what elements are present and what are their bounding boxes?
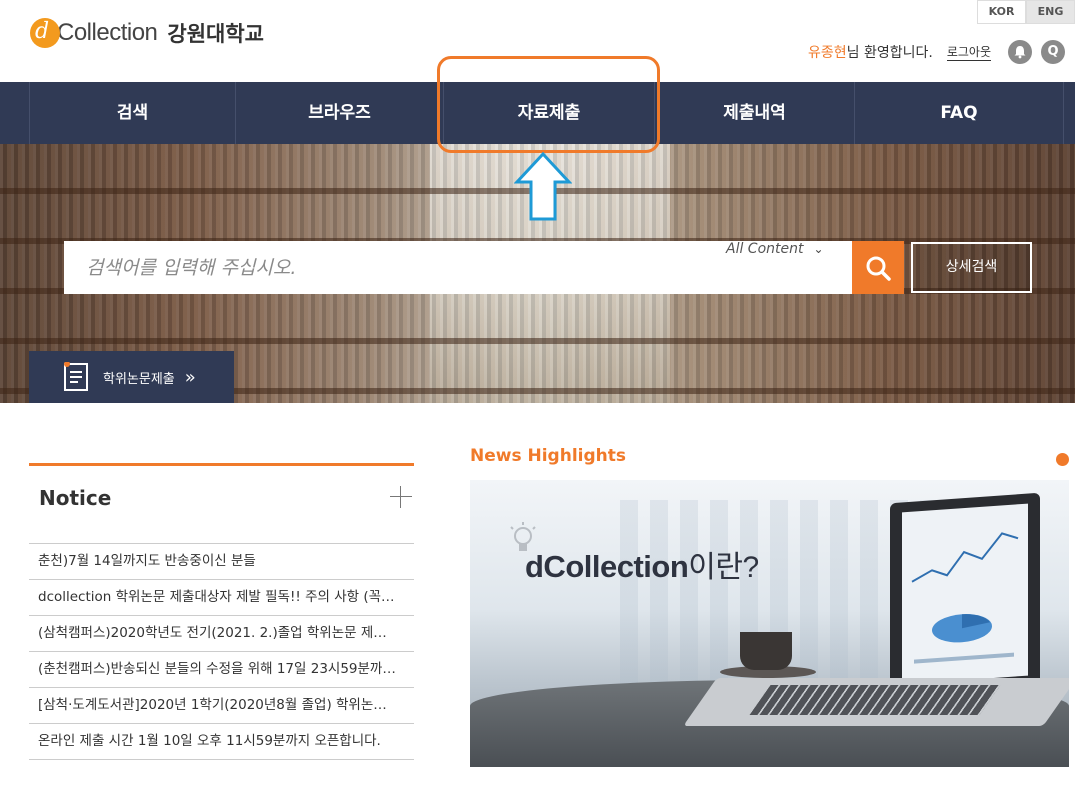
search-input[interactable]: [64, 241, 704, 294]
nav-item-browse[interactable]: 브라우즈: [235, 82, 443, 144]
scope-label: All Content: [726, 241, 804, 257]
news-banner[interactable]: dCollection이란?: [470, 480, 1069, 767]
thesis-submit-label: 학위논문제출: [103, 371, 175, 387]
notice-section: Notice 춘천)7월 14일까지도 반송중이신 분들 dcollection…: [29, 463, 414, 760]
user-name: 유종현: [808, 45, 847, 61]
notice-header: Notice: [29, 466, 414, 544]
search-icon: [866, 256, 891, 281]
banner-suffix: 이란?: [688, 551, 759, 584]
nav-item-search[interactable]: 검색: [29, 82, 235, 144]
logout-link[interactable]: 로그아웃: [946, 43, 991, 61]
page: d Collection 강원대학교 KOR ENG 유종현 님 환영합니다. …: [0, 0, 1075, 794]
notice-item[interactable]: [삼척·도계도서관]2020년 1학기(2020년8월 졸업) 학위논문 제출 …: [29, 688, 414, 724]
double-chevron-right-icon: »: [184, 366, 196, 388]
news-pager-dot[interactable]: [1056, 453, 1069, 466]
user-box: 유종현 님 환영합니다. 로그아웃 Q: [808, 40, 1065, 64]
highlight-box: [437, 56, 660, 153]
notice-item[interactable]: 춘천)7월 14일까지도 반송중이신 분들: [29, 544, 414, 580]
bell-icon[interactable]: [1008, 40, 1032, 64]
logo[interactable]: d Collection 강원대학교: [30, 18, 264, 48]
quick-menu-icon[interactable]: Q: [1041, 40, 1065, 64]
nav-item-history[interactable]: 제출내역: [654, 82, 854, 144]
logo-word: Collection: [57, 19, 158, 46]
notice-title: Notice: [39, 486, 112, 510]
welcome-text: 님 환영합니다.: [846, 45, 933, 61]
scope-select[interactable]: All Content ⌄: [726, 241, 824, 294]
laptop-display: [902, 503, 1028, 685]
logo-mark: d: [30, 18, 60, 48]
banner-headline: dCollection이란?: [525, 542, 759, 586]
language-switch: KOR ENG: [977, 0, 1075, 24]
notice-item[interactable]: (삼척캠퍼스)2020학년도 전기(2021. 2.)졸업 학위논문 제출 안내: [29, 616, 414, 652]
nav-item-faq[interactable]: FAQ: [854, 82, 1064, 144]
thesis-submit-shortcut[interactable]: 학위논문제출 »: [29, 351, 234, 403]
notice-item[interactable]: (춘천캠퍼스)반송되신 분들의 수정을 위해 17일 23시59분까지 연장: [29, 652, 414, 688]
lang-kor-button[interactable]: KOR: [977, 0, 1026, 24]
notice-list: 춘천)7월 14일까지도 반송중이신 분들 dcollection 학위논문 제…: [29, 544, 414, 760]
plus-icon[interactable]: [390, 486, 412, 508]
notice-item[interactable]: 온라인 제출 시간 1월 10일 오후 11시59분까지 오픈합니다.: [29, 724, 414, 760]
advanced-search-button[interactable]: 상세검색: [911, 242, 1032, 293]
notice-item[interactable]: dcollection 학위논문 제출대상자 제발 필독!! 주의 사항 (꼭 …: [29, 580, 414, 616]
university-name: 강원대학교: [167, 22, 264, 46]
lang-eng-button[interactable]: ENG: [1026, 0, 1075, 24]
laptop-keyboard: [749, 685, 1001, 715]
coffee-cup-icon: [740, 632, 792, 670]
search-bar: All Content ⌄: [64, 241, 852, 294]
document-icon: [63, 361, 91, 392]
banner-brand: dCollection: [525, 549, 689, 584]
search-button[interactable]: [852, 241, 904, 294]
chevron-down-icon: ⌄: [813, 242, 824, 256]
news-title: News Highlights: [470, 446, 626, 466]
up-arrow-icon: [514, 152, 572, 221]
